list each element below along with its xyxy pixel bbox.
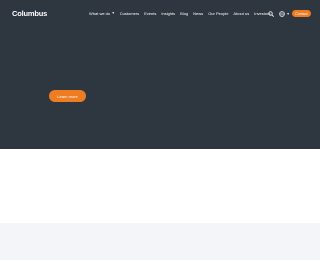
main-menu: What we do ▼ Customers Events Insights B… bbox=[89, 11, 270, 16]
nav-item-our-people[interactable]: Our People bbox=[208, 11, 228, 16]
nav-item-customers[interactable]: Customers bbox=[120, 11, 139, 16]
nav-item-blog[interactable]: Blog bbox=[180, 11, 188, 16]
lower-section-band bbox=[0, 223, 320, 260]
search-icon[interactable] bbox=[268, 10, 274, 17]
nav-item-insights[interactable]: Insights bbox=[161, 11, 175, 16]
contact-button[interactable]: Contact bbox=[292, 10, 311, 17]
nav-item-label: What we do bbox=[89, 11, 111, 16]
language-selector[interactable]: ▼ bbox=[279, 10, 290, 17]
chevron-down-icon: ▼ bbox=[111, 11, 115, 15]
nav-item-about-us[interactable]: About us bbox=[233, 11, 249, 16]
hero-section: Columbus What we do ▼ Customers Events I… bbox=[0, 0, 320, 149]
nav-item-news[interactable]: News bbox=[193, 11, 203, 16]
learn-more-button[interactable]: Learn more bbox=[49, 90, 86, 102]
globe-icon bbox=[279, 10, 285, 17]
chevron-down-icon: ▼ bbox=[286, 11, 290, 16]
top-navigation: Columbus What we do ▼ Customers Events I… bbox=[0, 0, 320, 26]
content-section bbox=[0, 149, 320, 223]
columbus-logo[interactable]: Columbus bbox=[12, 9, 47, 18]
nav-item-events[interactable]: Events bbox=[144, 11, 156, 16]
nav-item-what-we-do[interactable]: What we do ▼ bbox=[89, 11, 115, 16]
